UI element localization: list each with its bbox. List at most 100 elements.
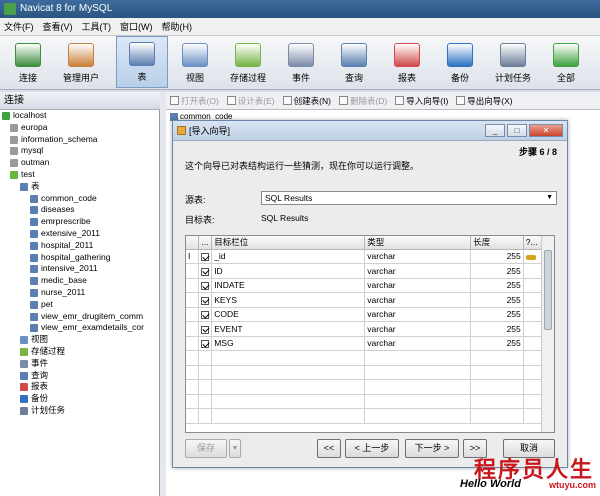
tree-node[interactable]: mysql (0, 145, 159, 157)
target-field-cell[interactable]: INDATE (211, 278, 366, 293)
type-cell[interactable]: varchar (364, 336, 472, 351)
row-checkbox[interactable] (198, 263, 213, 279)
row-checkbox[interactable] (198, 336, 213, 351)
target-field-cell[interactable]: MSG (211, 336, 366, 351)
grid-header-type[interactable]: 类型 (364, 236, 472, 250)
length-cell[interactable]: 255 (470, 292, 524, 308)
maximize-button[interactable]: □ (507, 124, 527, 137)
grid-scrollbar[interactable] (541, 236, 554, 432)
close-button[interactable]: ✕ (529, 124, 563, 137)
tree-node[interactable]: view_emr_examdetails_cor (0, 322, 159, 334)
toolbar-button-view[interactable]: 视图 (169, 36, 221, 88)
row-checkbox[interactable] (198, 292, 213, 308)
save-dropdown-button[interactable]: ▼ (229, 439, 241, 458)
key-cell[interactable] (523, 263, 543, 279)
create-table-button[interactable]: 创建表(N) (282, 95, 331, 107)
tree-node[interactable]: 报表 (0, 381, 159, 393)
tree-node[interactable]: pet (0, 299, 159, 311)
tree-node[interactable]: localhost (0, 110, 159, 122)
target-field-cell[interactable]: _id (211, 249, 366, 264)
type-cell[interactable]: varchar (364, 292, 472, 308)
key-cell[interactable] (523, 292, 543, 308)
toolbar-button-all[interactable]: 全部 (540, 36, 592, 88)
toolbar-button-query[interactable]: 查询 (328, 36, 380, 88)
toolbar-button-procedure[interactable]: 存储过程 (222, 36, 274, 88)
design-table-button[interactable]: 设计表(E) (226, 95, 275, 107)
tree-node[interactable]: 存储过程 (0, 346, 159, 358)
grid-row[interactable]: INDATE varchar 255 (186, 278, 543, 293)
target-field-cell[interactable]: ID (211, 263, 366, 279)
menu-item[interactable]: 文件(F) (4, 22, 34, 32)
tree-node[interactable]: medic_base (0, 275, 159, 287)
tree-node[interactable]: test (0, 169, 159, 181)
menu-item[interactable]: 查看(V) (43, 22, 73, 32)
tree-node[interactable]: europa (0, 122, 159, 134)
grid-row[interactable]: I _id varchar 255 (186, 249, 543, 264)
length-cell[interactable]: 255 (470, 249, 524, 264)
tree-node[interactable]: outman (0, 157, 159, 169)
row-checkbox[interactable] (198, 307, 213, 322)
toolbar-button-user[interactable]: 管理用户 (55, 36, 107, 88)
source-table-select[interactable]: SQL Results ▼ (261, 191, 557, 205)
tree-node[interactable]: 事件 (0, 358, 159, 370)
grid-row[interactable]: EVENT varchar 255 (186, 321, 543, 337)
length-cell[interactable]: 255 (470, 307, 524, 322)
type-cell[interactable]: varchar (364, 307, 472, 322)
scrollbar-thumb[interactable] (544, 250, 552, 330)
field-mapping-grid[interactable]: ... 目标栏位 类型 长度 ?... I _id varchar 255 ID varc… (185, 235, 555, 433)
toolbar-button-table[interactable]: 表 (116, 36, 168, 88)
open-table-button[interactable]: 打开表(O) (170, 95, 219, 107)
grid-row[interactable]: KEYS varchar 255 (186, 292, 543, 308)
row-checkbox[interactable] (198, 249, 213, 264)
export-wizard-button[interactable]: 导出向导(X) (456, 95, 513, 107)
length-cell[interactable]: 255 (470, 278, 524, 293)
tree-node[interactable]: intensive_2011 (0, 263, 159, 275)
type-cell[interactable]: varchar (364, 263, 472, 279)
tree-node[interactable]: 计划任务 (0, 405, 159, 417)
grid-header-key[interactable]: ?... (523, 236, 543, 250)
tree-node[interactable]: emrprescribe (0, 216, 159, 228)
menu-item[interactable]: 窗口(W) (120, 22, 153, 32)
menu-item[interactable]: 工具(T) (82, 22, 112, 32)
minimize-button[interactable]: _ (485, 124, 505, 137)
length-cell[interactable]: 255 (470, 321, 524, 337)
toolbar-button-backup[interactable]: 备份 (434, 36, 486, 88)
toolbar-button-schedule[interactable]: 计划任务 (487, 36, 539, 88)
tree-node[interactable]: information_schema (0, 134, 159, 146)
type-cell[interactable]: varchar (364, 249, 472, 264)
tree-node[interactable]: diseases (0, 204, 159, 216)
grid-row[interactable]: CODE varchar 255 (186, 307, 543, 322)
connection-tree[interactable]: localhost europa information_schema mysql ou… (0, 110, 160, 496)
delete-table-button[interactable]: 删除表(D) (338, 95, 387, 107)
tree-node[interactable]: hospital_gathering (0, 252, 159, 264)
tree-node[interactable]: extensive_2011 (0, 228, 159, 240)
toolbar-button-event[interactable]: 事件 (275, 36, 327, 88)
key-cell[interactable] (523, 278, 543, 293)
target-field-cell[interactable]: CODE (211, 307, 366, 322)
target-field-cell[interactable]: EVENT (211, 321, 366, 337)
grid-header-length[interactable]: 长度 (470, 236, 524, 250)
import-wizard-button[interactable]: 导入向导(I) (395, 95, 448, 107)
grid-row[interactable]: MSG varchar 255 (186, 336, 543, 351)
grid-header-target-field[interactable]: 目标栏位 (211, 236, 366, 250)
save-button[interactable]: 保存 (185, 439, 227, 458)
grid-header-check[interactable]: ... (198, 236, 213, 250)
length-cell[interactable]: 255 (470, 263, 524, 279)
tree-node[interactable]: 备份 (0, 393, 159, 405)
toolbar-button-connection[interactable]: 连接 (2, 36, 54, 88)
tree-node[interactable]: common_code (0, 193, 159, 205)
tree-node[interactable]: nurse_2011 (0, 287, 159, 299)
row-checkbox[interactable] (198, 278, 213, 293)
row-checkbox[interactable] (198, 321, 213, 337)
key-cell[interactable] (523, 321, 543, 337)
type-cell[interactable]: varchar (364, 278, 472, 293)
grid-row[interactable]: ID varchar 255 (186, 263, 543, 279)
previous-step-button[interactable]: < 上一步 (345, 439, 399, 458)
key-cell[interactable] (523, 249, 543, 264)
toolbar-button-report[interactable]: 报表 (381, 36, 433, 88)
tree-node[interactable]: 视图 (0, 334, 159, 346)
key-cell[interactable] (523, 336, 543, 351)
length-cell[interactable]: 255 (470, 336, 524, 351)
tree-node[interactable]: 查询 (0, 370, 159, 382)
target-field-cell[interactable]: KEYS (211, 292, 366, 308)
